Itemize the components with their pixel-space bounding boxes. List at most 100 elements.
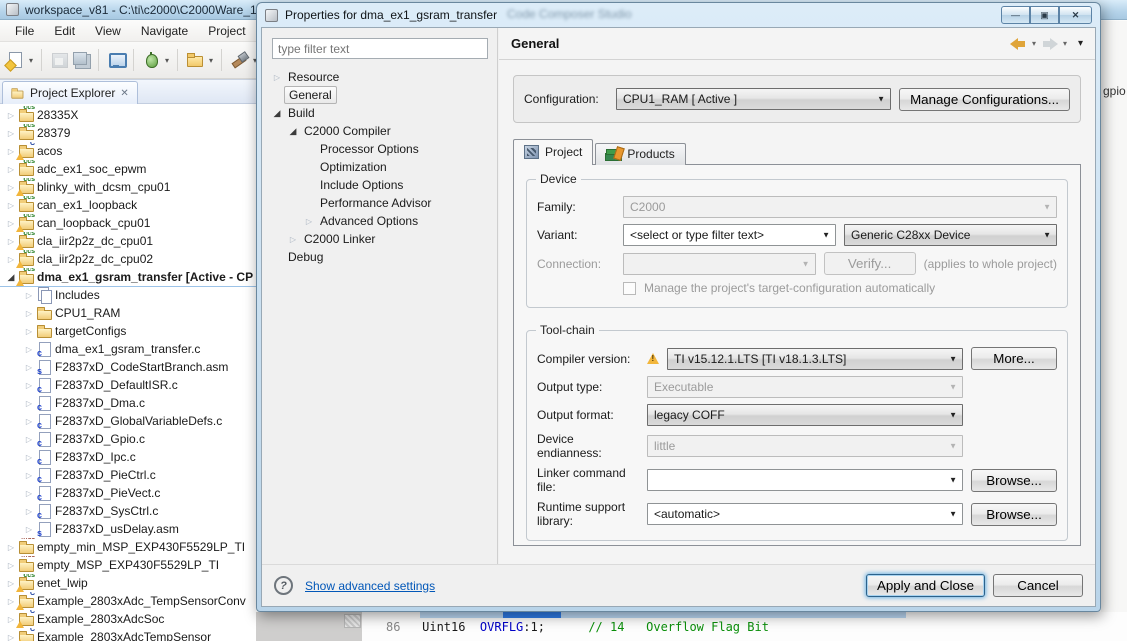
save-all-icon[interactable]: [72, 51, 90, 69]
tab-project[interactable]: Project: [513, 139, 594, 165]
tree-item[interactable]: ▷ C Example_2803xAdc_TempSensorConv: [0, 592, 258, 610]
tree-item[interactable]: ▷ ccs can_loopback_cpu01: [0, 214, 258, 232]
debug-dropdown-icon[interactable]: ▾: [165, 56, 169, 65]
tree-item[interactable]: ▷ Includes: [0, 286, 258, 304]
combo-variant-[interactable]: <select or type filter text> ▼: [623, 224, 836, 246]
settings-tree-item[interactable]: Processor Options: [262, 140, 497, 158]
combo-compiler-version-[interactable]: TI v15.12.1.LTS [TI v18.1.3.LTS] ▼: [667, 347, 963, 370]
combo-linker-command-file-[interactable]: ▼: [647, 469, 963, 491]
settings-tree-item[interactable]: Debug: [262, 248, 497, 266]
tree-item[interactable]: ▷ ccs enet_lwip: [0, 574, 258, 592]
tree-item[interactable]: ▷ C Example_2803xAdcSoc: [0, 610, 258, 628]
tab-project-explorer[interactable]: Project Explorer ✕: [2, 81, 138, 104]
combo-runtime-support-library-[interactable]: <automatic> ▼: [647, 503, 963, 525]
collapsed-arrow-icon[interactable]: ▷: [22, 471, 36, 480]
settings-tree-item[interactable]: Optimization: [262, 158, 497, 176]
explorer-tab-close-icon[interactable]: ✕: [120, 88, 128, 99]
collapsed-arrow-icon[interactable]: ▷: [4, 201, 18, 210]
tree-item[interactable]: ▷ RTSC empty_MSP_EXP430F5529LP_TI: [0, 556, 258, 574]
tree-item[interactable]: ▷ Cacos: [0, 142, 258, 160]
tree-item[interactable]: ▷ c F2837xD_Gpio.c: [0, 430, 258, 448]
expanded-arrow-icon[interactable]: ◢: [270, 108, 284, 119]
collapsed-arrow-icon[interactable]: ▷: [22, 309, 36, 318]
collapsed-arrow-icon[interactable]: ▷: [22, 435, 36, 444]
forward-arrow-icon[interactable]: [1041, 37, 1058, 50]
tree-item[interactable]: ▷ C Example_2803xAdcTempSensor: [0, 628, 258, 641]
collapsed-arrow-icon[interactable]: ▷: [4, 543, 18, 552]
combo-variant-[interactable]: Generic C28xx Device ▼: [844, 224, 1057, 246]
manage-configurations-button[interactable]: Manage Configurations...: [899, 87, 1070, 111]
manage-target-config-checkbox[interactable]: [623, 281, 636, 295]
tree-item[interactable]: ▷ s F2837xD_CodeStartBranch.asm: [0, 358, 258, 376]
tree-item[interactable]: ▷ ccs can_ex1_loopback: [0, 196, 258, 214]
collapsed-arrow-icon[interactable]: ▷: [22, 417, 36, 426]
settings-tree-item[interactable]: Include Options: [262, 176, 497, 194]
console-icon[interactable]: [107, 51, 128, 69]
collapsed-arrow-icon[interactable]: ▷: [4, 561, 18, 570]
combo-output-format-[interactable]: legacy COFF ▼: [647, 404, 963, 426]
tree-item[interactable]: ▷ ccs blinky_with_dcsm_cpu01: [0, 178, 258, 196]
settings-tree-item[interactable]: ◢ Build: [262, 104, 497, 122]
settings-tree-item[interactable]: ◢ C2000 Compiler: [262, 122, 497, 140]
tree-item[interactable]: ▷ c F2837xD_GlobalVariableDefs.c: [0, 412, 258, 430]
new-file-icon[interactable]: [6, 51, 24, 69]
menu-edit[interactable]: Edit: [45, 22, 84, 40]
save-icon[interactable]: [50, 51, 69, 69]
dialog-titlebar[interactable]: Properties for dma_ex1_gsram_transfer Co…: [257, 3, 1100, 27]
collapsed-arrow-icon[interactable]: ▷: [22, 291, 36, 300]
more--button[interactable]: More...: [971, 347, 1057, 370]
collapsed-arrow-icon[interactable]: ▷: [22, 453, 36, 462]
build-icon[interactable]: [230, 51, 248, 69]
tree-item[interactable]: ▷ ccs 28379: [0, 124, 258, 142]
tree-item[interactable]: ▷ c dma_ex1_gsram_transfer.c: [0, 340, 258, 358]
menu-navigate[interactable]: Navigate: [132, 22, 197, 40]
open-project-icon[interactable]: [186, 51, 204, 69]
collapsed-arrow-icon[interactable]: ▷: [4, 111, 18, 120]
expanded-arrow-icon[interactable]: ◢: [286, 126, 300, 137]
close-button[interactable]: ✕: [1059, 6, 1092, 24]
show-advanced-settings-link[interactable]: Show advanced settings: [305, 579, 435, 593]
debug-icon[interactable]: [142, 51, 160, 69]
collapsed-arrow-icon[interactable]: ▷: [22, 399, 36, 408]
collapsed-arrow-icon[interactable]: ▷: [22, 525, 36, 534]
tree-item[interactable]: ▷ RTSC empty_min_MSP_EXP430F5529LP_TI: [0, 538, 258, 556]
collapsed-arrow-icon[interactable]: ▷: [22, 507, 36, 516]
settings-tree-item[interactable]: ▷ Advanced Options: [262, 212, 497, 230]
browse--button[interactable]: Browse...: [971, 468, 1057, 492]
collapsed-arrow-icon[interactable]: ▷: [22, 345, 36, 354]
collapsed-arrow-icon[interactable]: ▷: [302, 217, 316, 226]
collapsed-arrow-icon[interactable]: ▷: [4, 129, 18, 138]
configuration-combo[interactable]: CPU1_RAM [ Active ] ▼: [616, 88, 892, 110]
forward-history-dropdown-icon[interactable]: ▾: [1063, 39, 1067, 48]
collapsed-arrow-icon[interactable]: ▷: [22, 363, 36, 372]
tree-item[interactable]: ▷ s F2837xD_usDelay.asm: [0, 520, 258, 538]
menu-view[interactable]: View: [86, 22, 130, 40]
tree-item[interactable]: ▷ ccs cla_iir2p2z_dc_cpu02: [0, 250, 258, 268]
collapsed-arrow-icon[interactable]: ▷: [22, 381, 36, 390]
tree-item[interactable]: ▷ ccs cla_iir2p2z_dc_cpu01: [0, 232, 258, 250]
cancel-button[interactable]: Cancel: [993, 574, 1083, 597]
tree-item[interactable]: ▷ c F2837xD_SysCtrl.c: [0, 502, 258, 520]
collapsed-arrow-icon[interactable]: ▷: [22, 327, 36, 336]
help-icon[interactable]: ?: [274, 576, 293, 595]
open-project-dropdown-icon[interactable]: ▾: [209, 56, 213, 65]
collapsed-arrow-icon[interactable]: ▷: [286, 235, 300, 244]
tree-item[interactable]: ▷ c F2837xD_DefaultISR.c: [0, 376, 258, 394]
settings-tree-item[interactable]: ▷ C2000 Linker: [262, 230, 497, 248]
maximize-button[interactable]: ▣: [1030, 6, 1059, 24]
tree-item[interactable]: ◢ ccs dma_ex1_gsram_transfer [Active - CP: [0, 268, 258, 286]
filter-input[interactable]: [272, 38, 488, 59]
tree-item[interactable]: ▷ ccs 28335X: [0, 106, 258, 124]
new-file-dropdown-icon[interactable]: ▾: [29, 56, 33, 65]
browse--button[interactable]: Browse...: [971, 502, 1057, 526]
tab-products[interactable]: Products: [595, 143, 686, 165]
settings-tree-item[interactable]: ▷ Resource: [262, 68, 497, 86]
tree-item[interactable]: ▷ c F2837xD_Dma.c: [0, 394, 258, 412]
settings-tree-item[interactable]: General: [262, 86, 497, 104]
apply-and-close-button[interactable]: Apply and Close: [865, 574, 985, 597]
tree-item[interactable]: ▷ c F2837xD_Ipc.c: [0, 448, 258, 466]
minimize-button[interactable]: —: [1001, 6, 1030, 24]
tree-item[interactable]: ▷ ccs adc_ex1_soc_epwm: [0, 160, 258, 178]
settings-tree-item[interactable]: Performance Advisor: [262, 194, 497, 212]
menu-file[interactable]: File: [6, 22, 43, 40]
